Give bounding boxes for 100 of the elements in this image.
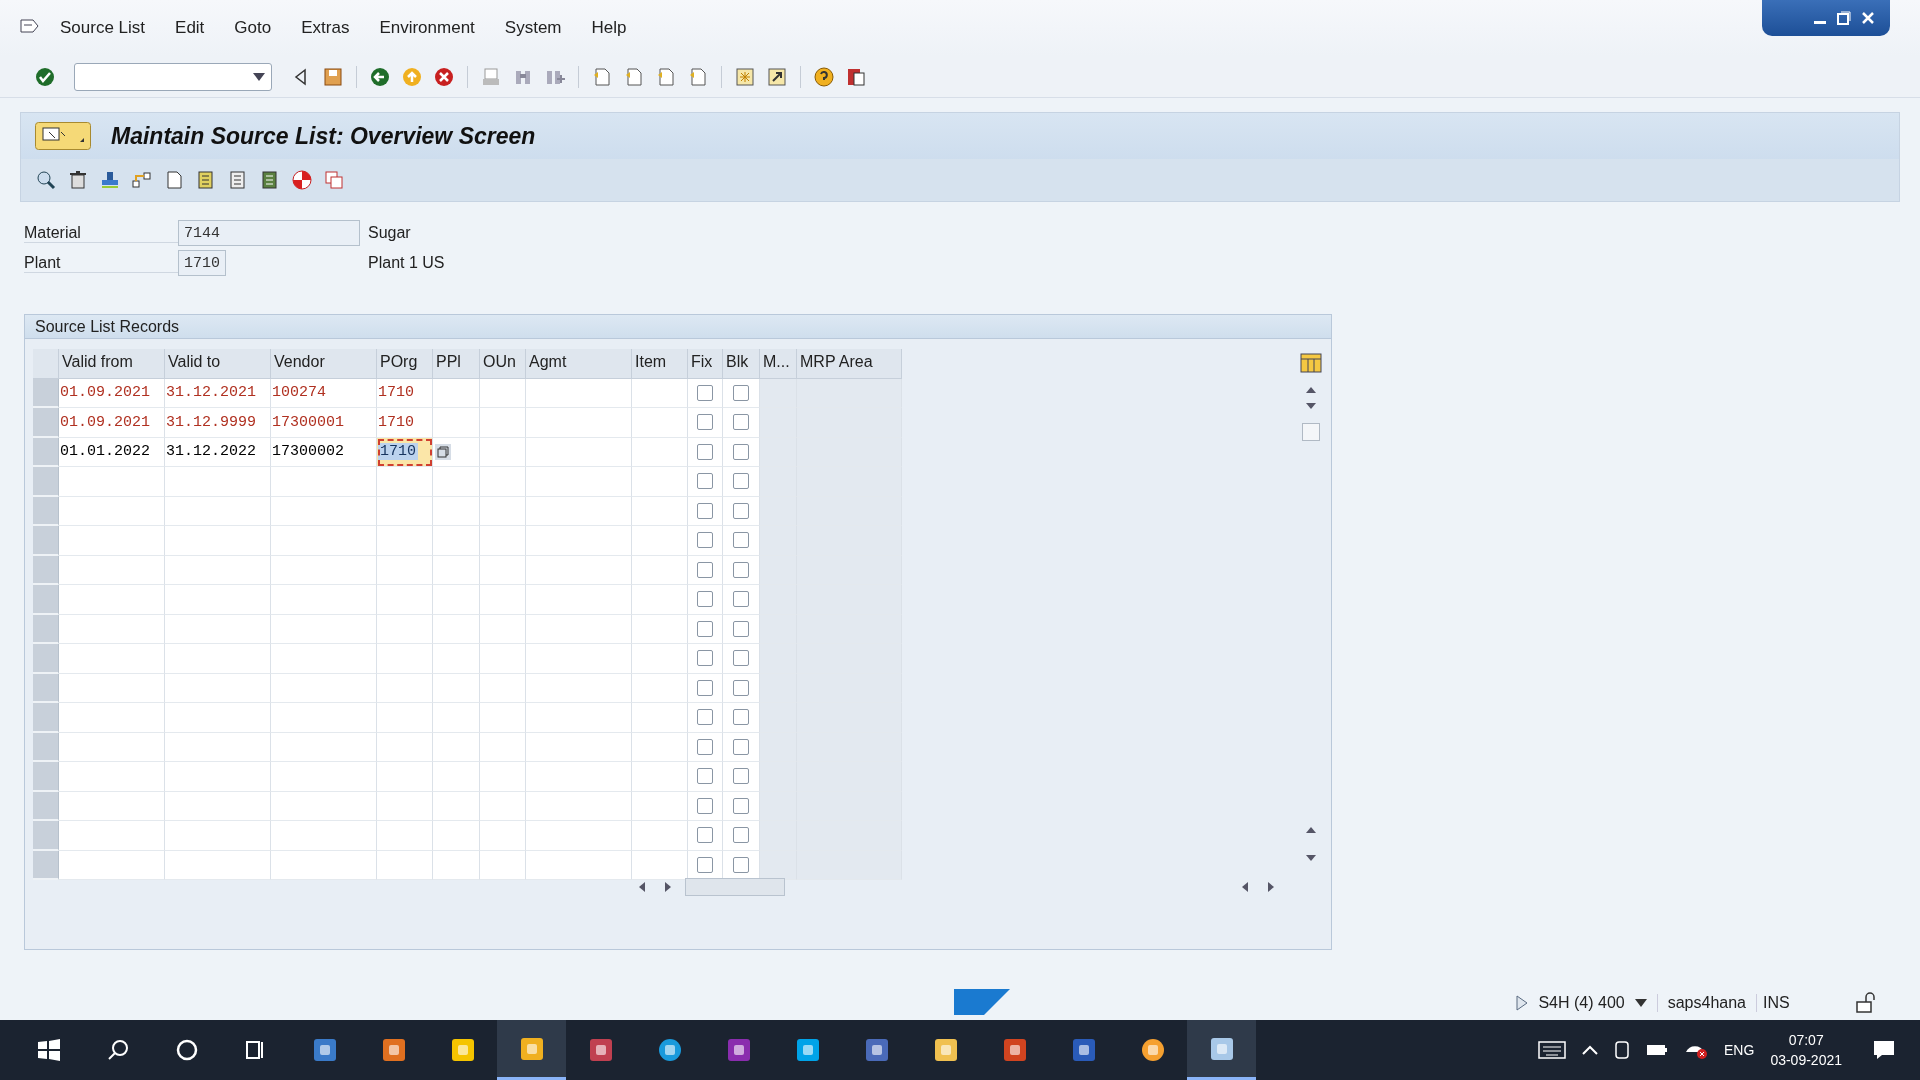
row-selector[interactable]	[33, 614, 59, 644]
column-header[interactable]: PPl	[433, 349, 480, 379]
checkbox[interactable]	[697, 797, 713, 814]
table-cell[interactable]	[271, 850, 377, 880]
table-cell[interactable]	[271, 614, 377, 644]
calculator-icon[interactable]	[311, 1037, 338, 1063]
table-cell[interactable]	[377, 496, 433, 526]
row-selector[interactable]	[33, 732, 59, 762]
dropdown-icon[interactable]	[1634, 999, 1647, 1007]
column-header[interactable]: OUn	[480, 349, 526, 379]
scroll-up-icon[interactable]	[1306, 827, 1316, 833]
table-cell[interactable]	[433, 850, 480, 880]
checkbox[interactable]	[733, 502, 749, 519]
table-cell[interactable]	[632, 821, 688, 851]
copy-icon[interactable]	[434, 442, 452, 461]
circle-icon[interactable]	[175, 1039, 198, 1061]
table-cell[interactable]	[760, 378, 797, 408]
windows-logo-icon[interactable]	[37, 1039, 60, 1061]
table-cell[interactable]	[377, 673, 433, 703]
table-cell[interactable]	[271, 791, 377, 821]
table-cell[interactable]	[377, 526, 433, 556]
table-cell[interactable]	[480, 644, 526, 674]
table-cell[interactable]	[433, 762, 480, 792]
row-selector[interactable]	[33, 585, 59, 615]
table-cell[interactable]	[526, 408, 632, 438]
close-icon[interactable]	[1860, 10, 1876, 26]
table-cell[interactable]	[526, 585, 632, 615]
table-cell[interactable]	[377, 762, 433, 792]
checkbox[interactable]	[697, 591, 713, 608]
table-cell[interactable]	[632, 791, 688, 821]
table-cell[interactable]	[165, 585, 271, 615]
check-icon[interactable]	[34, 65, 56, 88]
chevron-up-icon[interactable]	[1582, 1045, 1599, 1055]
menu-item[interactable]: Extras	[301, 18, 350, 38]
row-selector[interactable]	[33, 762, 59, 792]
checkbox[interactable]	[733, 414, 749, 431]
table-cell[interactable]	[632, 762, 688, 792]
table-cell[interactable]	[271, 496, 377, 526]
select-all-cell[interactable]	[33, 349, 59, 379]
pie-icon[interactable]	[291, 169, 313, 191]
table-cell[interactable]	[59, 850, 165, 880]
table-cell[interactable]	[433, 821, 480, 851]
table-cell[interactable]	[526, 673, 632, 703]
table-cell[interactable]	[59, 614, 165, 644]
column-header[interactable]: Blk	[723, 349, 760, 379]
system-info[interactable]: S4H (4) 400	[1538, 994, 1625, 1012]
row-selector[interactable]	[33, 673, 59, 703]
checkbox[interactable]	[697, 620, 713, 637]
table-cell[interactable]	[377, 791, 433, 821]
table-cell[interactable]	[271, 821, 377, 851]
table-cell[interactable]	[59, 791, 165, 821]
table-cell[interactable]	[271, 644, 377, 674]
table-cell[interactable]: 17300001	[271, 408, 377, 438]
table-cell[interactable]	[377, 614, 433, 644]
checkbox[interactable]	[733, 473, 749, 490]
table-cell[interactable]	[632, 644, 688, 674]
table-cell[interactable]	[59, 496, 165, 526]
copy-icon[interactable]	[323, 169, 345, 191]
checkbox[interactable]	[733, 650, 749, 667]
table-cell[interactable]: 31.12.2022	[165, 437, 271, 467]
table-cell[interactable]	[480, 437, 526, 467]
expand-icon[interactable]	[1516, 995, 1529, 1011]
scroll-right-icon[interactable]	[665, 882, 671, 892]
checkbox[interactable]	[733, 679, 749, 696]
checkbox[interactable]	[733, 797, 749, 814]
table-cell[interactable]	[632, 850, 688, 880]
checkbox[interactable]	[697, 561, 713, 578]
table-cell[interactable]	[377, 467, 433, 497]
table-cell[interactable]	[433, 496, 480, 526]
scroll-right-icon[interactable]	[1268, 882, 1274, 892]
table-cell[interactable]	[271, 703, 377, 733]
table-cell[interactable]	[526, 614, 632, 644]
row-selector[interactable]	[33, 791, 59, 821]
scroll-down-icon[interactable]	[1306, 403, 1316, 409]
row-selector[interactable]	[33, 467, 59, 497]
table-cell[interactable]	[271, 467, 377, 497]
table-cell[interactable]	[632, 378, 688, 408]
stamp-icon[interactable]	[99, 169, 121, 191]
media-player-icon[interactable]	[380, 1037, 407, 1063]
scroll-thumb[interactable]	[1302, 423, 1320, 441]
table-cell[interactable]	[526, 762, 632, 792]
table-cell[interactable]	[165, 673, 271, 703]
table-cell[interactable]	[433, 555, 480, 585]
checkbox[interactable]	[697, 856, 713, 873]
print-icon[interactable]	[480, 65, 502, 88]
checkbox[interactable]	[697, 473, 713, 490]
menu-item[interactable]: System	[504, 18, 562, 38]
checkbox[interactable]	[697, 768, 713, 785]
table-cell[interactable]	[165, 555, 271, 585]
table-cell[interactable]	[165, 496, 271, 526]
table-cell[interactable]	[59, 467, 165, 497]
checkbox[interactable]	[733, 856, 749, 873]
checkbox[interactable]	[733, 561, 749, 578]
table-cell[interactable]	[165, 614, 271, 644]
table-cell[interactable]	[433, 791, 480, 821]
table-cell[interactable]	[165, 467, 271, 497]
table-cell[interactable]	[377, 555, 433, 585]
column-header[interactable]: Valid to	[165, 349, 271, 379]
scroll-thumb[interactable]	[685, 878, 785, 896]
browser-icon[interactable]	[656, 1037, 683, 1063]
